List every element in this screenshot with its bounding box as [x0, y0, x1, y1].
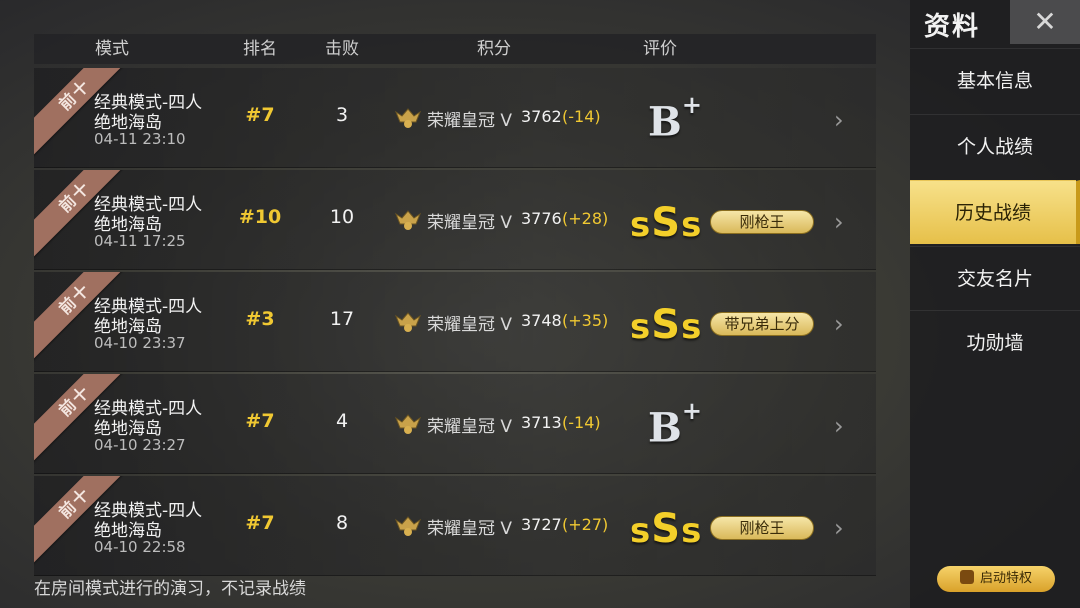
gift-icon [959, 570, 974, 584]
chevron-right-icon[interactable]: › [834, 514, 844, 542]
score-delta: (-14) [562, 107, 601, 126]
header-mode: 模式 [95, 39, 129, 59]
match-row[interactable]: 前十 经典模式-四人 绝地海岛 04-11 17:25 #10 10 荣耀皇冠 … [34, 170, 876, 270]
chevron-right-icon[interactable]: › [834, 208, 844, 236]
match-date: 04-10 23:27 [94, 436, 186, 454]
match-date: 04-10 23:37 [94, 334, 186, 352]
score-delta: (+35) [562, 311, 609, 330]
match-row[interactable]: 前十 经典模式-四人 绝地海岛 04-11 23:10 #7 3 荣耀皇冠 V … [34, 68, 876, 168]
match-rank: #7 [245, 410, 275, 432]
chevron-right-icon[interactable]: › [834, 310, 844, 338]
practice-note: 在房间模式进行的演习，不记录战绩 [34, 579, 306, 599]
profile-sidebar: 资料 ✕ 基本信息 个人战绩 历史战绩 交友名片 功勋墙 启动特权 [910, 0, 1080, 608]
match-tier: 荣耀皇冠 V [427, 213, 513, 233]
chevron-right-icon[interactable]: › [834, 106, 844, 134]
grade-b-plus: B+ [648, 396, 702, 452]
match-kills: 3 [335, 104, 349, 126]
sidebar-item-honor-wall[interactable]: 功勋墙 [910, 310, 1080, 374]
grade-b-plus: B+ [648, 90, 702, 146]
list-header: 模式 排名 击败 积分 评价 [34, 34, 876, 64]
match-row[interactable]: 前十 经典模式-四人 绝地海岛 04-10 23:27 #7 4 荣耀皇冠 V … [34, 374, 876, 474]
crown-tier-icon [394, 108, 422, 128]
match-score: 3762 [521, 107, 562, 126]
match-tier: 荣耀皇冠 V [427, 519, 513, 539]
match-kills: 4 [335, 410, 349, 432]
match-score: 3713 [521, 413, 562, 432]
match-kills: 17 [329, 308, 355, 330]
match-tier: 荣耀皇冠 V [427, 111, 513, 131]
chevron-right-icon[interactable]: › [834, 412, 844, 440]
sidebar-title: 资料 [924, 12, 981, 42]
sidebar-item-social-card[interactable]: 交友名片 [910, 246, 1080, 310]
score-delta: (+27) [562, 515, 609, 534]
crown-tier-icon [394, 312, 422, 332]
match-rank: #7 [245, 104, 275, 126]
privilege-label: 启动特权 [979, 571, 1032, 586]
close-icon[interactable]: ✕ [1010, 0, 1080, 44]
match-rank: #7 [245, 512, 275, 534]
achievement-badge: 带兄弟上分 [710, 312, 814, 336]
match-date: 04-10 22:58 [94, 538, 186, 556]
match-row[interactable]: 前十 经典模式-四人 绝地海岛 04-10 22:58 #7 8 荣耀皇冠 V … [34, 476, 876, 576]
grade-sss: sSs [630, 302, 703, 348]
header-rating: 评价 [643, 39, 677, 59]
crown-tier-icon [394, 516, 422, 536]
grade-sss: sSs [630, 200, 703, 246]
header-rank: 排名 [243, 39, 277, 59]
grade-sss: sSs [630, 506, 703, 552]
match-rank: #10 [238, 206, 282, 228]
match-date: 04-11 17:25 [94, 232, 186, 250]
sidebar-item-match-history[interactable]: 历史战绩 [910, 180, 1080, 244]
match-rank: #3 [245, 308, 275, 330]
match-score: 3727 [521, 515, 562, 534]
crown-tier-icon [394, 414, 422, 434]
match-date: 04-11 23:10 [94, 130, 186, 148]
header-score: 积分 [477, 39, 511, 59]
score-delta: (-14) [562, 413, 601, 432]
match-score: 3748 [521, 311, 562, 330]
match-kills: 10 [329, 206, 355, 228]
sidebar-item-basic-info[interactable]: 基本信息 [910, 48, 1080, 112]
match-history-list: 前十 经典模式-四人 绝地海岛 04-11 23:10 #7 3 荣耀皇冠 V … [34, 68, 876, 578]
match-tier: 荣耀皇冠 V [427, 315, 513, 335]
match-score: 3776 [521, 209, 562, 228]
match-kills: 8 [335, 512, 349, 534]
crown-tier-icon [394, 210, 422, 230]
sidebar-item-personal-stats[interactable]: 个人战绩 [910, 114, 1080, 178]
match-row[interactable]: 前十 经典模式-四人 绝地海岛 04-10 23:37 #3 17 荣耀皇冠 V… [34, 272, 876, 372]
achievement-badge: 刚枪王 [710, 516, 814, 540]
match-tier: 荣耀皇冠 V [427, 417, 513, 437]
launch-privilege-button[interactable]: 启动特权 [937, 566, 1055, 592]
header-kills: 击败 [325, 39, 359, 59]
score-delta: (+28) [562, 209, 609, 228]
achievement-badge: 刚枪王 [710, 210, 814, 234]
